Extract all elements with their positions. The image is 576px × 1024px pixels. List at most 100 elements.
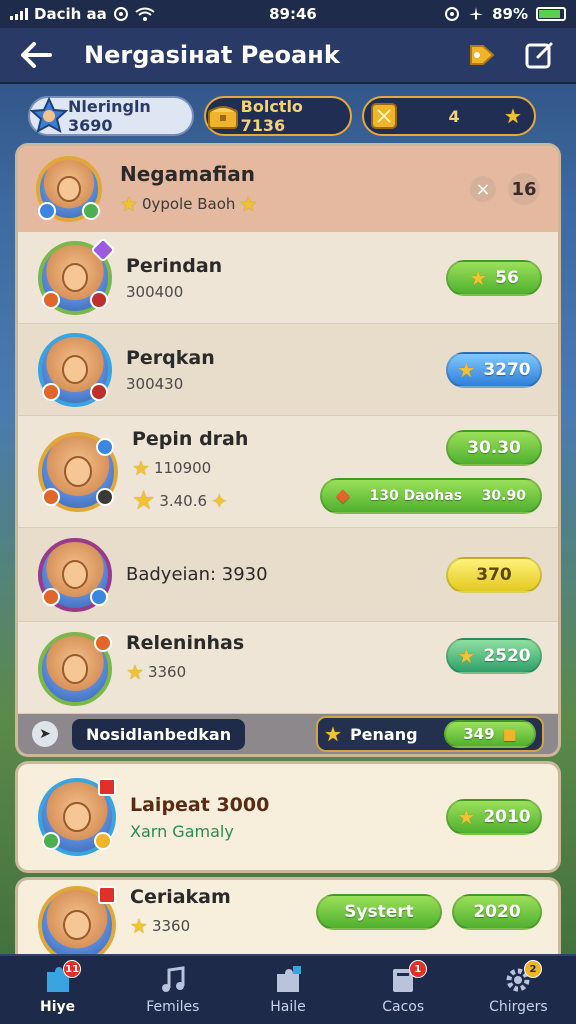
notification-badge: 11: [63, 960, 82, 978]
reward-button-label: 30.30: [467, 437, 521, 458]
star-icon: ★: [239, 192, 258, 216]
penang-button[interactable]: ★ Penang 349 ■: [316, 716, 544, 752]
penang-value-label: 349: [463, 725, 495, 743]
close-button[interactable]: ×: [470, 176, 496, 202]
card-reward-button[interactable]: ★ 2010: [446, 799, 542, 835]
tab-haile[interactable]: Haile: [230, 956, 345, 1024]
reward-button[interactable]: 30.30: [446, 429, 542, 466]
panel-header-name: Negamafian: [120, 162, 256, 186]
avatar[interactable]: [38, 537, 112, 612]
back-button[interactable]: [16, 35, 56, 75]
panel-header-sub: ★ 0ypole Baoh ★: [120, 192, 470, 216]
battery-icon: [536, 7, 566, 21]
system-button-label: Systert: [344, 902, 414, 922]
currency-xp[interactable]: Nleringln 3690: [28, 96, 194, 136]
penang-value: 349 ■: [444, 720, 536, 748]
player-name: Badyeian: 3930: [126, 564, 268, 585]
gem-box-icon: ■: [502, 725, 517, 743]
star-icon: ★: [457, 357, 476, 382]
notification-badge: 1: [408, 960, 427, 978]
currency-gems-label: 4: [448, 106, 460, 126]
action-tooltip-button[interactable]: Nosidlanbedkan: [72, 718, 246, 750]
edit-button[interactable]: [520, 35, 560, 75]
star-icon: ★: [130, 914, 148, 938]
panel-header: Negamafian ★ 0ypole Baoh ★ × 16: [18, 146, 558, 232]
count-badge: 16: [508, 173, 540, 205]
bottom-nav: Hiye 11 Femiles Haile Cacos 1 Chirgers 2: [0, 954, 576, 1024]
tab-cacos[interactable]: Cacos 1: [346, 956, 461, 1024]
player-name: Perindan: [126, 254, 223, 277]
player-bonus: ★ 3.40.6 ✦: [132, 486, 320, 516]
avatar[interactable]: [38, 632, 112, 706]
list-item[interactable]: Pepin drah ★ 110900 ★ 3.40.6 ✦ 30.30 ◆ 1…: [18, 416, 558, 528]
avatar[interactable]: [38, 886, 116, 964]
music-note-icon: [156, 965, 190, 995]
player-score: ★ 3360: [126, 660, 446, 684]
player-bonus-label: 3.40.6: [159, 491, 208, 510]
close-icon: ×: [475, 178, 491, 200]
star-icon: ★: [504, 104, 522, 128]
reward-button-label: 2520: [483, 646, 531, 666]
reward-button[interactable]: ★ 56: [446, 259, 542, 296]
leaderboard-panel: Negamafian ★ 0ypole Baoh ★ × 16 Perindan…: [18, 146, 558, 754]
player-score: 300400: [126, 282, 184, 301]
avatar[interactable]: [38, 778, 116, 856]
tab-families[interactable]: Femiles: [115, 956, 230, 1024]
tab-families-label: Femiles: [146, 999, 200, 1015]
star-icon: ✦: [211, 488, 228, 513]
featured-card[interactable]: Ceriakam ★ 3360 Systert 2020: [18, 880, 558, 964]
card-reward-button[interactable]: 2020: [452, 894, 542, 930]
card-subtitle: Xarn Gamaly: [130, 821, 234, 841]
featured-card[interactable]: Laipeat 3000 Xarn Gamaly ★ 2010: [18, 764, 558, 870]
avatar[interactable]: [38, 236, 116, 315]
avatar[interactable]: [38, 431, 118, 512]
notification-badge: 2: [524, 960, 543, 978]
page-title: Nergasiнat Peoaнk: [84, 41, 340, 69]
status-bar: Dacih aa 89:46 89%: [0, 0, 576, 28]
tab-chirgers-label: Chirgers: [489, 999, 548, 1015]
player-score-label: 3360: [147, 663, 187, 681]
carrier-label: Dacih aa: [34, 5, 107, 23]
star-icon: ★: [457, 805, 476, 829]
gift-icon: ◆: [336, 485, 350, 506]
avatar[interactable]: [38, 332, 112, 407]
player-name: Perqkan: [126, 346, 215, 369]
reward-button[interactable]: ★ 3270: [446, 351, 542, 388]
wifi-icon: [135, 7, 155, 21]
bonus-button-value: 30.90: [481, 487, 526, 504]
star-icon: ★: [132, 455, 150, 480]
reward-button-label: 3270: [483, 359, 531, 380]
penang-label: Penang: [349, 724, 418, 744]
currency-gold[interactable]: Bolctlo 7136: [204, 96, 352, 136]
bonus-button[interactable]: ◆ 130 Daohas 30.90: [320, 477, 542, 514]
action-bar: ➤ Nosidlanbedkan ★ Penang 349 ■: [18, 714, 558, 754]
cursor-button[interactable]: ➤: [32, 721, 58, 747]
star-icon: ★: [457, 644, 476, 668]
gold-chest-icon: [206, 96, 241, 136]
currency-bar: Nleringln 3690 Bolctlo 7136 4 ★: [0, 86, 576, 146]
app-header: Nergasiнat Peoaнk: [0, 28, 576, 84]
card-title: Ceriakam: [130, 886, 231, 908]
list-item[interactable]: Perqkan 300430 ★ 3270: [18, 324, 558, 416]
star-icon: ★: [469, 265, 488, 290]
badge-star-icon: [30, 96, 68, 136]
star-icon: ★: [324, 722, 342, 746]
battery-percent: 89%: [492, 5, 528, 23]
star-icon: ★: [126, 660, 144, 684]
tab-chirgers[interactable]: Chirgers 2: [461, 956, 576, 1024]
currency-gems[interactable]: 4 ★: [362, 96, 536, 136]
tag-icon: [470, 45, 495, 65]
list-item[interactable]: Badyeian: 3930 370: [18, 528, 558, 622]
reward-button[interactable]: ★ 2520: [446, 638, 542, 674]
list-item[interactable]: Releninhas ★ 3360 ★ 2520: [18, 622, 558, 714]
reward-button[interactable]: 370: [446, 556, 542, 593]
tag-button[interactable]: [462, 35, 502, 75]
tab-home[interactable]: Hiye 11: [0, 956, 115, 1024]
tab-cacos-label: Cacos: [382, 999, 425, 1015]
star-icon: ★: [132, 485, 156, 516]
card-reward-label: 2010: [483, 807, 531, 827]
system-button[interactable]: Systert: [316, 894, 442, 930]
avatar[interactable]: [36, 156, 102, 222]
list-item[interactable]: Perindan 300400 ★ 56: [18, 232, 558, 324]
location-icon: [113, 7, 128, 21]
